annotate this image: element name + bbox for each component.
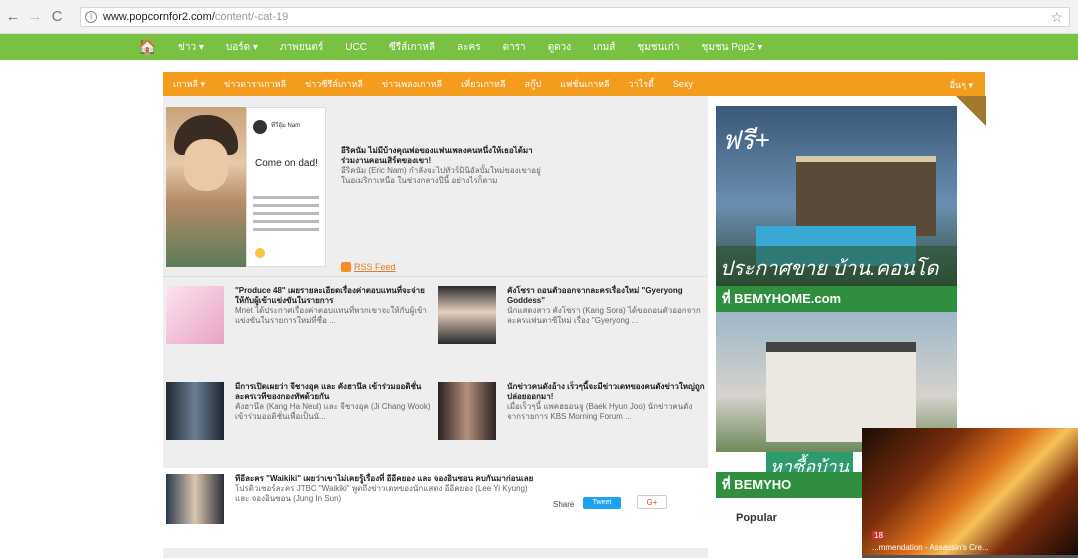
video-caption: ...mmendation - Assassin's Cre... [872,543,989,552]
ad-free-text: ฟรี+ [722,125,770,155]
main-nav-item[interactable]: ดารา [503,40,526,55]
rss-feed-label: RSS Feed [354,262,396,272]
article-title-link[interactable]: "Produce 48" เผยรายละเอียดเรื่องค่าตอบแท… [235,286,433,306]
article-thumbnail[interactable] [166,286,224,344]
feature-description: อีริคนัม (Eric Nam) กำลังจะไปทัวร์มินิอั… [341,166,541,185]
sub-nav-item[interactable]: เกาหลี ▾ [173,77,205,91]
article-title-link[interactable]: มีการเปิดเผยว่า จีชางอุค และ คังฮานึล เข… [235,382,433,402]
nav-corner-fold [956,96,986,126]
home-icon[interactable]: 🏠 [138,38,157,56]
floating-video-player[interactable]: 18 ...mmendation - Assassin's Cre... [862,428,1078,558]
sub-nav-item[interactable]: ข่าวซีรีส์เกาหลี [305,77,363,91]
feature-social-card[interactable]: ทีวีอุ้ม Nam Come on dad! [246,107,326,267]
address-bar[interactable]: i www.popcornfor2.com/content/-cat-19 ☆ [80,7,1070,27]
rss-feed-link[interactable]: RSS Feed [341,262,396,272]
sub-nav-item[interactable]: สกู๊ป [524,77,541,91]
main-nav-item[interactable]: ข่าว ▾ [178,40,204,55]
age-rating-badge: 18 [872,531,885,540]
article-thumbnail[interactable] [166,382,224,440]
main-nav-item[interactable]: ละคร [457,40,481,55]
article-description: เมื่อเร็วๆนี้ แพคฮยอนจู (Baek Hyun Joo) … [507,402,693,421]
list-item[interactable]: "Produce 48" เผยรายละเอียดเรื่องค่าตอบแท… [163,286,433,376]
main-nav-list: ข่าว ▾ บอร์ด ▾ ภาพยนตร์ UCC ซีรีส์เกาหลี ละคร… [178,34,784,60]
feature-title-link[interactable]: อีริคนัม ไม่มีบ้างคุณพ่อของแฟนเพลงคนหนึ่… [341,146,541,166]
url-path: content/-cat-19 [214,11,289,23]
sub-nav-item[interactable]: แฟชั่นเกาหลี [560,77,609,91]
main-nav-item[interactable]: เกมส์ [593,40,615,55]
article-description: คังฮานึล (Kang Ha Neul) และ จีชางอุค (Ji… [235,402,431,421]
card-lines [253,196,319,236]
tweet-button[interactable]: Tweet [583,497,621,509]
avatar [253,120,267,134]
list-item[interactable]: คังโซรา ถอนตัวออกจากละครเรื่องใหม่ "Gyer… [435,286,705,376]
feature-portrait-image[interactable] [166,107,246,267]
article-description: โปรดิวเซอร์ละคร JTBC "Waikiki" พูดถึงข่า… [235,484,528,503]
feature-article: ทีวีอุ้ม Nam Come on dad! อีริคนัม ไม่มี… [163,104,708,274]
bookmark-star-icon[interactable]: ☆ [1050,9,1063,26]
main-nav: 🏠 ข่าว ▾ บอร์ด ▾ ภาพยนตร์ UCC ซีรีส์เกาหลี ละ… [0,34,1078,60]
article-title-link[interactable]: ทีอีละคร "Waikiki" เผยว่าเขาไม่เคยรู้เรื… [235,474,535,484]
rss-icon [341,262,351,272]
list-item[interactable]: มีการเปิดเผยว่า จีชางอุค และ คังฮานึล เข… [163,382,433,472]
list-item[interactable]: นักข่าวคนดังอ้าง เร็วๆนี้จะมีข่าวเดทของค… [435,382,705,472]
sub-nav-item[interactable]: ข่าวเพลงเกาหลี [382,77,442,91]
main-nav-item[interactable]: ชุมชน Pop2 ▾ [701,40,762,55]
browser-toolbar: ← → C i www.popcornfor2.com/content/-cat… [0,0,1078,34]
forward-icon[interactable]: → [26,8,44,26]
content-area: ทีวีอุ้ม Nam Come on dad! อีริคนัม ไม่มี… [163,96,708,558]
sub-nav-item[interactable]: เที่ยวเกาหลี [461,77,505,91]
info-icon[interactable]: i [85,11,97,23]
article-thumbnail[interactable] [438,382,496,440]
sub-nav: เกาหลี ▾ ข่าวดาราเกาหลี ข่าวซีรีส์เกาหลี ข่… [163,72,985,96]
reload-icon[interactable]: C [48,8,66,26]
sub-nav-more[interactable]: อื่นๆ ▾ [950,78,973,92]
main-nav-item[interactable]: ภาพยนตร์ [280,40,323,55]
emoji-icon [255,248,265,258]
article-description: นักแสดงสาว คังโซรา (Kang Sora) ได้ขอถอนต… [507,306,701,325]
popular-heading: Popular [736,512,777,524]
back-icon[interactable]: ← [4,8,22,26]
card-text: Come on dad! [255,158,318,169]
main-nav-item[interactable]: ซีรีส์เกาหลี [389,40,435,55]
main-nav-item[interactable]: UCC [345,42,367,53]
main-nav-item[interactable]: ดูดวง [548,40,572,55]
main-nav-item[interactable]: ชุมชนเก่า [637,40,679,55]
sub-nav-list: เกาหลี ▾ ข่าวดาราเกาหลี ข่าวซีรีส์เกาหลี ข่… [163,72,985,96]
main-nav-item[interactable]: บอร์ด ▾ [226,40,258,55]
article-title-link[interactable]: คังโซรา ถอนตัวออกจากละครเรื่องใหม่ "Gyer… [507,286,705,306]
google-plus-button[interactable]: G+ [637,495,667,509]
article-title-link[interactable]: นักข่าวคนดังอ้าง เร็วๆนี้จะมีข่าวเดทของค… [507,382,705,402]
bottom-article: ทีอีละคร "Waikiki" เผยว่าเขาไม่เคยรู้เรื… [163,468,708,548]
card-handle: ทีวีอุ้ม Nam [271,123,301,129]
url-host: www.popcornfor2.com/ [103,11,215,23]
sub-nav-item[interactable]: วาไรตี้ [629,77,654,91]
ad-announce-text: ประกาศขาย บ้าน.คอนโด [720,258,939,280]
ad-brand-logo: ที่ BEMYHOME.com [716,286,957,312]
article-thumbnail[interactable] [166,474,224,524]
divider [163,276,708,277]
share-label: Share [553,500,575,509]
article-thumbnail[interactable] [438,286,496,344]
sub-nav-item[interactable]: Sexy [673,79,693,89]
article-description: Mnet ได้ประกาศเรื่องค่าตอบแทนที่พวกเขาจะ… [235,306,427,325]
sub-nav-item[interactable]: ข่าวดาราเกาหลี [224,77,286,91]
